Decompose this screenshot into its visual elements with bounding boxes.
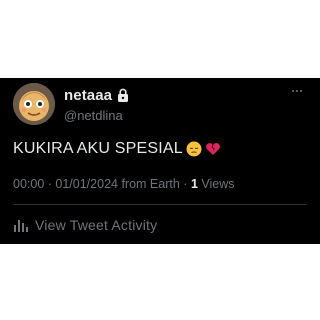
more-horizontal-icon[interactable] [292, 88, 308, 94]
view-activity-button[interactable]: View Tweet Activity [13, 217, 157, 233]
divider [13, 204, 307, 205]
user-handle[interactable]: @netdlina [64, 108, 123, 123]
avatar-face-icon [13, 83, 55, 125]
broken-heart-emoji [206, 142, 220, 155]
tweet-card: netaaa @netdlina KUKIRA AKU SPESIAL 00:0… [0, 78, 320, 244]
tweet-source: from Earth [121, 177, 180, 191]
views-count: 1 [190, 177, 198, 191]
tweet-body: KUKIRA AKU SPESIAL [13, 140, 221, 158]
avatar[interactable] [13, 83, 55, 125]
tweet-date: 01/01/2024 [55, 177, 118, 191]
lock-icon [118, 88, 129, 102]
meta-separator: · [183, 177, 191, 191]
pensive-face-emoji [186, 141, 202, 157]
display-name[interactable]: netaaa [64, 87, 112, 104]
view-activity-label: View Tweet Activity [35, 217, 158, 233]
views-label: Views [201, 177, 235, 191]
bar-chart-icon [14, 220, 28, 232]
tweet-meta: 00:00 · 01/01/2024 from Earth · 1 Views [13, 177, 235, 191]
display-name-row: netaaa [64, 86, 129, 104]
tweet-text: KUKIRA AKU SPESIAL [13, 140, 183, 157]
tweet-time: 00:00 [13, 177, 45, 191]
